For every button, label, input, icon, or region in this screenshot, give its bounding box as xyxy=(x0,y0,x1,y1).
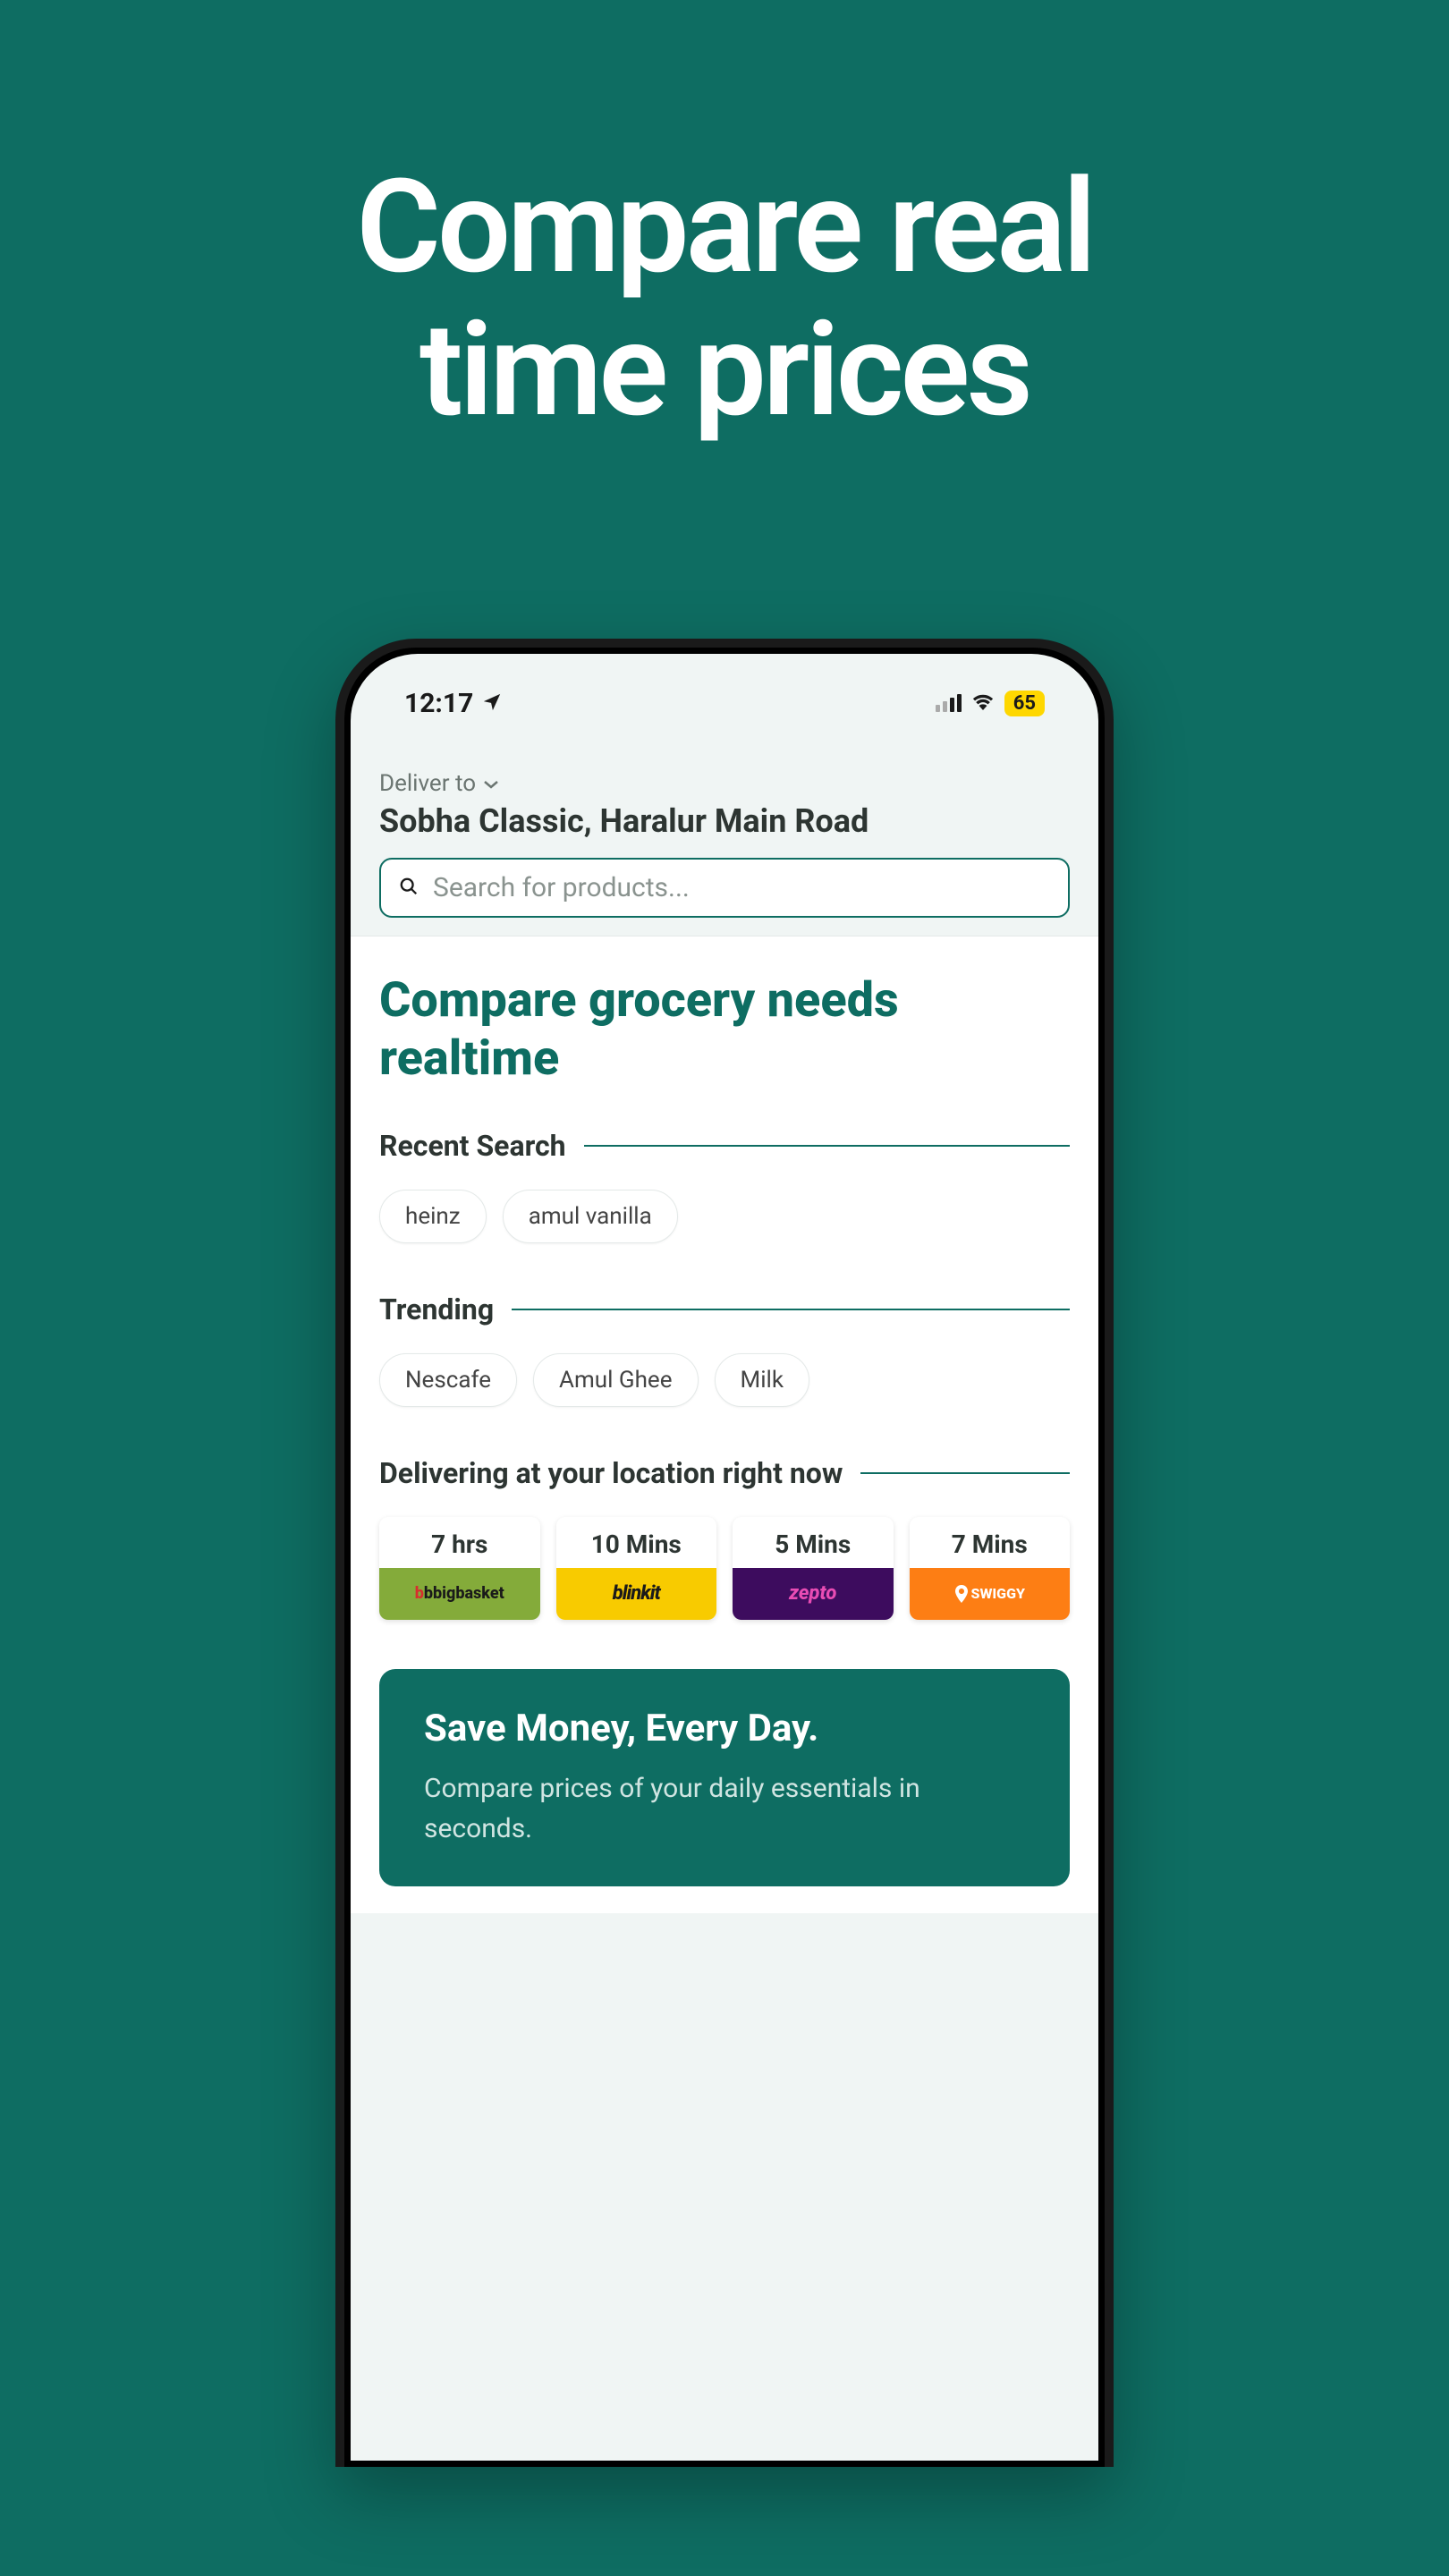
delivering-title: Delivering at your location right now xyxy=(379,1456,843,1490)
phone-mockup: 12:17 xyxy=(335,639,1114,2467)
trending-chip[interactable]: Milk xyxy=(715,1353,810,1407)
recent-search-header: Recent Search xyxy=(379,1129,1070,1163)
header-section: Deliver to Sobha Classic, Haralur Main R… xyxy=(351,743,1098,936)
recent-search-chip[interactable]: amul vanilla xyxy=(503,1190,678,1243)
provider-time: 7 hrs xyxy=(379,1517,540,1568)
main-headline: Compare grocery needs realtime xyxy=(379,972,1070,1089)
delivering-header: Delivering at your location right now xyxy=(379,1456,1070,1490)
search-placeholder: Search for products... xyxy=(433,872,690,903)
recent-search-chips: heinz amul vanilla xyxy=(379,1190,1070,1243)
bigbasket-logo: bb bigbasket xyxy=(379,1568,540,1620)
provider-card-swiggy[interactable]: 7 Mins SWIGGY xyxy=(910,1517,1071,1620)
provider-cards: 7 hrs bb bigbasket 10 Mins blinkit 5 Min… xyxy=(379,1517,1070,1620)
promo-title: Save Money, Every Day. xyxy=(424,1707,1025,1750)
deliver-to-selector[interactable]: Deliver to xyxy=(379,770,1070,797)
location-services-icon xyxy=(482,688,502,719)
swiggy-logo: SWIGGY xyxy=(910,1568,1071,1620)
provider-card-zepto[interactable]: 5 Mins zepto xyxy=(733,1517,894,1620)
delivery-address: Sobha Classic, Haralur Main Road xyxy=(379,802,1070,840)
provider-card-bigbasket[interactable]: 7 hrs bb bigbasket xyxy=(379,1517,540,1620)
trending-header: Trending xyxy=(379,1292,1070,1326)
provider-time: 5 Mins xyxy=(733,1517,894,1568)
zepto-logo: zepto xyxy=(733,1568,894,1620)
provider-card-blinkit[interactable]: 10 Mins blinkit xyxy=(556,1517,717,1620)
trending-chip[interactable]: Nescafe xyxy=(379,1353,517,1407)
deliver-to-label: Deliver to xyxy=(379,770,476,797)
status-time: 12:17 xyxy=(404,688,473,719)
promo-banner[interactable]: Save Money, Every Day. Compare prices of… xyxy=(379,1669,1070,1886)
recent-search-chip[interactable]: heinz xyxy=(379,1190,487,1243)
status-bar: 12:17 xyxy=(351,654,1098,743)
search-input[interactable]: Search for products... xyxy=(379,858,1070,918)
marketing-headline: Compare real time prices xyxy=(0,0,1449,442)
provider-time: 7 Mins xyxy=(910,1517,1071,1568)
blinkit-logo: blinkit xyxy=(556,1568,717,1620)
trending-chip[interactable]: Amul Ghee xyxy=(533,1353,698,1407)
trending-title: Trending xyxy=(379,1292,494,1326)
search-icon xyxy=(399,877,419,900)
chevron-down-icon xyxy=(483,775,499,792)
wifi-icon xyxy=(970,692,996,714)
battery-indicator: 65 xyxy=(1004,691,1045,716)
promo-text: Compare prices of your daily essentials … xyxy=(424,1768,1025,1849)
provider-time: 10 Mins xyxy=(556,1517,717,1568)
trending-chips: Nescafe Amul Ghee Milk xyxy=(379,1353,1070,1407)
signal-icon xyxy=(936,694,962,712)
recent-search-title: Recent Search xyxy=(379,1129,566,1163)
